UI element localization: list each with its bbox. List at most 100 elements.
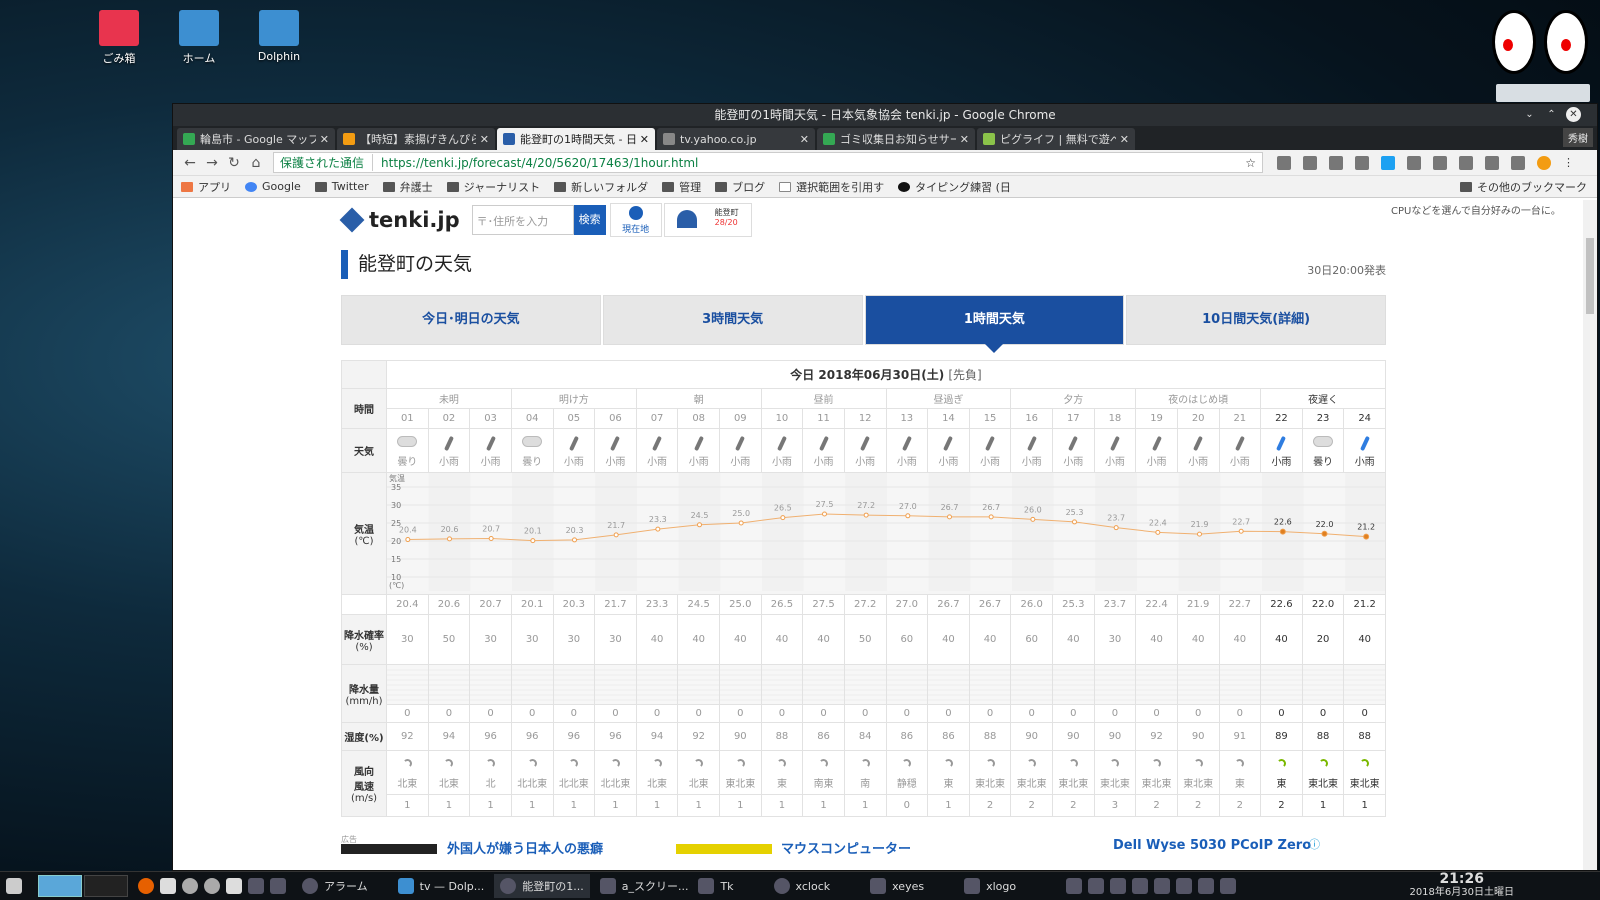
taskbar-task[interactable]: Tk — [698, 878, 734, 894]
tab-3[interactable]: tv.yahoo.co.jp ✕ — [657, 128, 815, 150]
header-ad-text[interactable]: CPUなどを選んで自分好みの一台に。 — [1391, 202, 1591, 217]
tab-10day[interactable]: 10日間天気(詳細) — [1126, 295, 1386, 345]
taskbar-task[interactable]: tv — Dolp... — [397, 878, 484, 894]
desktop-pager[interactable] — [38, 875, 128, 897]
display-icon[interactable] — [1154, 878, 1171, 894]
wind-dir-text: 南 — [860, 779, 871, 790]
desktop-icon-trash[interactable]: ごみ箱 — [84, 8, 154, 66]
start-menu-button[interactable] — [6, 878, 28, 894]
extension-icon[interactable] — [1303, 155, 1317, 170]
bookmark-folder[interactable]: 管理 — [662, 179, 701, 195]
firefox-icon[interactable] — [138, 878, 154, 894]
extension-icon[interactable] — [1329, 155, 1343, 170]
ad-link[interactable]: マウスコンピューター — [781, 838, 911, 857]
keyboard-icon[interactable] — [1088, 878, 1105, 894]
alarm-tray-icon[interactable] — [1110, 878, 1127, 894]
tab-1[interactable]: 【時短】素揚げきんぴら ✕ — [337, 128, 495, 150]
extension-icon[interactable] — [1277, 155, 1291, 170]
tab-close-icon[interactable]: ✕ — [320, 133, 329, 146]
pinned-location[interactable]: 能登町 28/20 — [663, 203, 752, 237]
bookmark-page[interactable]: 選択範囲を引用す — [779, 179, 884, 195]
taskbar-clock[interactable]: 21:26 2018年6月30日土曜日 — [1409, 872, 1514, 899]
star-icon[interactable]: ☆ — [1245, 156, 1256, 170]
extension-icon[interactable] — [1407, 155, 1421, 170]
chrome-icon[interactable] — [182, 878, 198, 894]
bookmark-folder[interactable]: 弁護士 — [382, 179, 433, 195]
bookmark-folder[interactable]: ジャーナリスト — [446, 179, 540, 195]
terminal-icon[interactable] — [248, 878, 264, 894]
precip-bar-cell — [677, 664, 720, 705]
bookmark-google[interactable]: Google — [245, 180, 301, 193]
scrollbar-thumb[interactable] — [1586, 238, 1594, 314]
tab-4[interactable]: ゴミ収集日お知らせサー ✕ — [817, 128, 975, 150]
address-search-input[interactable]: 〒･住所を入力 — [471, 205, 574, 235]
extension-icon[interactable] — [1511, 155, 1525, 170]
tab-0[interactable]: 輪島市 - Google マップ ✕ — [177, 128, 335, 150]
extension-icon[interactable] — [1355, 155, 1369, 170]
site-logo[interactable]: tenki.jp — [339, 207, 460, 233]
desktop-icon-dolphin[interactable]: Dolphin — [244, 8, 314, 63]
tab-close-icon[interactable]: ✕ — [800, 133, 809, 146]
extension-icon[interactable] — [1433, 155, 1447, 170]
rain-icon — [485, 435, 496, 452]
temp-value-cell: 21.9 — [1176, 594, 1220, 615]
info-icon[interactable]: ⓘ — [1309, 836, 1320, 852]
tab-close-icon[interactable]: ✕ — [1120, 133, 1129, 146]
taskbar-task-active[interactable]: 能登町の1... — [494, 874, 590, 898]
home-icon[interactable]: ⌂ — [245, 155, 267, 171]
ad-link[interactable]: 外国人が嫌う日本人の悪癖 — [447, 838, 603, 857]
profile-button[interactable]: 秀樹 — [1563, 128, 1593, 147]
lock-icon[interactable] — [1198, 878, 1215, 894]
ad-thumb[interactable] — [341, 844, 437, 854]
forward-arrow-icon[interactable]: → — [201, 155, 223, 171]
document-icon[interactable] — [160, 878, 176, 894]
font-icon[interactable] — [226, 878, 242, 894]
bookmark-other[interactable]: その他のブックマーク — [1460, 179, 1587, 195]
volume-icon[interactable] — [1220, 878, 1237, 894]
clipboard-icon[interactable] — [1176, 878, 1193, 894]
bookmark-folder[interactable]: ブログ — [715, 179, 765, 195]
taskbar-task[interactable]: a_スクリー... — [599, 878, 688, 894]
bookmark-apps[interactable]: アプリ — [181, 179, 231, 195]
menu-icon[interactable]: ⋮ — [1563, 156, 1577, 170]
vertical-scrollbar[interactable] — [1583, 200, 1597, 870]
tab-2-active[interactable]: 能登町の1時間天気 - 日 ✕ — [497, 128, 655, 150]
taskbar-task[interactable]: xclock — [773, 878, 830, 894]
minimize-icon[interactable]: ⌄ — [1522, 107, 1537, 122]
tab-5[interactable]: ピグライフ | 無料で遊べ ✕ — [977, 128, 1135, 150]
desktop-icon-home[interactable]: ホーム — [164, 8, 234, 66]
back-arrow-icon[interactable]: ← — [179, 155, 201, 171]
current-location-button[interactable]: 現在地 — [609, 203, 662, 237]
close-icon[interactable]: ✕ — [1566, 107, 1581, 122]
tab-3hour[interactable]: 3時間天気 — [602, 295, 863, 345]
taskbar-task[interactable]: xlogo — [964, 878, 1016, 894]
hour-cell: 15 — [968, 408, 1012, 429]
extension-icon[interactable] — [1381, 155, 1395, 170]
wind-speed-cell: 2 — [1176, 794, 1220, 817]
extension-icon[interactable] — [1537, 155, 1551, 170]
tab-today-tomorrow[interactable]: 今日･明日の天気 — [341, 295, 601, 345]
launcher-icon[interactable] — [204, 878, 220, 894]
tab-close-icon[interactable]: ✕ — [640, 133, 649, 146]
weather-text: 小雨 — [647, 457, 668, 468]
ad-thumb[interactable] — [676, 844, 772, 854]
taskbar-task[interactable]: アラーム — [302, 878, 368, 894]
bookmark-typing[interactable]: タイピング練習 (日 — [898, 179, 1011, 195]
bluetooth-icon[interactable] — [1132, 878, 1149, 894]
taskbar-task[interactable]: xeyes — [870, 878, 924, 894]
address-bar[interactable]: 保護された通信 https://tenki.jp/forecast/4/20/5… — [273, 152, 1263, 173]
tray-icon[interactable] — [1066, 878, 1083, 894]
tab-close-icon[interactable]: ✕ — [480, 133, 489, 146]
bookmark-folder[interactable]: Twitter — [314, 180, 369, 193]
extension-icon[interactable] — [1459, 155, 1473, 170]
reload-icon[interactable]: ↻ — [223, 155, 245, 171]
tab-1hour[interactable]: 1時間天気 — [864, 295, 1125, 353]
extension-icon[interactable] — [1485, 155, 1499, 170]
maximize-icon[interactable]: ⌃ — [1544, 107, 1559, 122]
tab-close-icon[interactable]: ✕ — [960, 133, 969, 146]
pin-icon[interactable] — [270, 878, 286, 894]
bookmark-folder[interactable]: 新しいフォルダ — [554, 179, 648, 195]
ad-link[interactable]: Dell Wyse 5030 PCoIP Zero — [1113, 838, 1311, 853]
chart-column-bg — [970, 473, 1012, 591]
search-button[interactable]: 検索 — [573, 205, 606, 235]
